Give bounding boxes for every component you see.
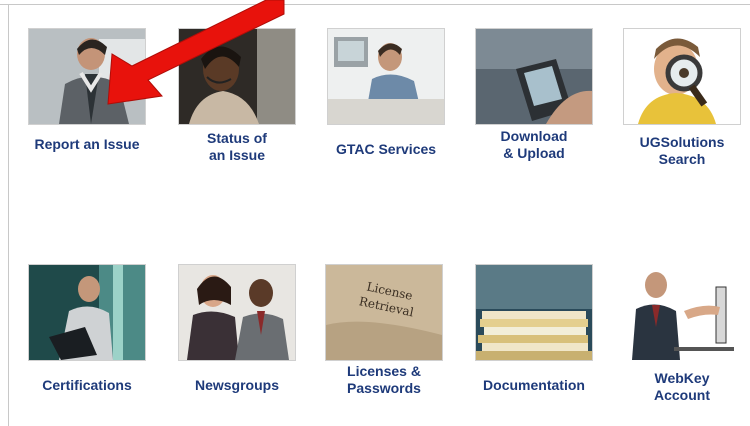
- paper-stack-photo-icon: [475, 264, 593, 361]
- gtac-services-label: GTAC Services: [335, 141, 437, 157]
- headset-agent-photo-icon: [178, 28, 296, 125]
- newsgroups-label: Newsgroups: [194, 377, 279, 393]
- documentation-label: Documentation: [483, 377, 585, 393]
- newsgroups-link[interactable]: Newsgroups: [178, 264, 296, 404]
- business-people-photo-icon: [178, 264, 296, 361]
- licenses-passwords-link[interactable]: License Retrieval Licenses & Passwords: [325, 264, 443, 404]
- ugsolutions-search-label: UGSolutions Search: [639, 134, 725, 167]
- pda-device-photo-icon: [475, 28, 593, 125]
- support-agent-photo-icon: [28, 28, 146, 125]
- report-an-issue-label: Report an Issue: [34, 136, 140, 152]
- licenses-passwords-label: Licenses & Passwords: [347, 363, 421, 396]
- download-upload-label: Download & Upload: [500, 128, 568, 161]
- status-of-an-issue-link[interactable]: Status of an Issue: [178, 28, 296, 168]
- status-of-an-issue-label: Status of an Issue: [207, 130, 267, 163]
- webkey-account-link[interactable]: WebKey Account: [623, 264, 741, 404]
- laptop-user-photo-icon: [28, 264, 146, 361]
- report-an-issue-link[interactable]: Report an Issue: [28, 28, 146, 158]
- frame-left-border: [8, 4, 9, 426]
- certifications-link[interactable]: Certifications: [28, 264, 146, 404]
- gtac-services-link[interactable]: GTAC Services: [327, 28, 445, 168]
- magnifying-glass-photo-icon: [623, 28, 741, 125]
- webkey-account-label: WebKey Account: [654, 370, 710, 403]
- key-handover-photo-icon: [623, 264, 741, 361]
- frame-top-border: [0, 4, 750, 5]
- certifications-label: Certifications: [42, 377, 132, 393]
- download-upload-link[interactable]: Download & Upload: [475, 28, 593, 168]
- license-retrieval-photo-icon: License Retrieval: [325, 264, 443, 361]
- ugsolutions-search-link[interactable]: UGSolutions Search: [623, 28, 741, 168]
- documentation-link[interactable]: Documentation: [475, 264, 593, 404]
- phone-call-photo-icon: [327, 28, 445, 125]
